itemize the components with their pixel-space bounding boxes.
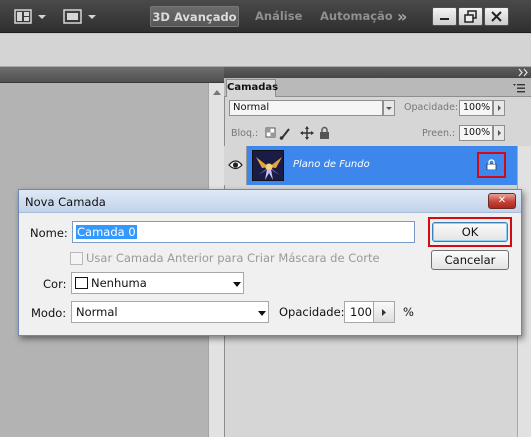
- layer-visibility-toggle[interactable]: [224, 146, 247, 185]
- dialog-opacity-input[interactable]: 100: [344, 301, 374, 323]
- lock-options: [265, 126, 339, 140]
- opacity-unit: %: [403, 305, 414, 319]
- color-swatch: [75, 277, 88, 289]
- restore-button[interactable]: [458, 7, 483, 26]
- fill-input[interactable]: 100%: [459, 125, 493, 141]
- color-select[interactable]: Nenhuma: [71, 272, 244, 294]
- options-bar: [0, 34, 531, 67]
- layer-thumbnail: [252, 150, 284, 181]
- collapse-panel-icon[interactable]: [518, 68, 530, 77]
- chevron-right-icon: [498, 105, 501, 111]
- lock-transparent-pixels-icon[interactable]: [265, 127, 276, 138]
- screen-mode-button[interactable]: [62, 6, 100, 26]
- opacity-slider-button[interactable]: [493, 100, 505, 116]
- minimize-icon: [440, 18, 449, 20]
- document-tab-strip: [0, 67, 224, 83]
- arrange-documents-button[interactable]: [14, 6, 50, 26]
- clipping-mask-label: Usar Camada Anterior para Criar Máscara …: [86, 251, 380, 265]
- opacity-input[interactable]: 100%: [459, 100, 493, 116]
- layer-name-input[interactable]: Camada 0: [72, 221, 415, 243]
- scroll-up-icon: [213, 90, 221, 95]
- workspace-tab-automation[interactable]: Automação: [313, 6, 400, 27]
- lock-all-icon[interactable]: [320, 126, 329, 140]
- opacity-label: Opacidade:: [404, 102, 459, 113]
- tab-layers[interactable]: Camadas: [226, 79, 278, 97]
- close-icon: [491, 11, 502, 22]
- chevron-right-icon: [382, 309, 386, 316]
- dialog-close-button[interactable]: ✕: [488, 193, 516, 209]
- eye-icon: [228, 160, 243, 170]
- workspace-tab-3d-advanced[interactable]: 3D Avançado: [150, 6, 239, 27]
- ok-highlight-box: [428, 217, 512, 247]
- close-icon: ✕: [497, 195, 507, 206]
- layer-name[interactable]: Plano de Fundo: [293, 159, 370, 170]
- dialog-title: Nova Camada: [25, 195, 106, 209]
- panel-menu-icon: [513, 84, 525, 93]
- blend-mode-select[interactable]: Normal: [229, 100, 383, 116]
- name-label: Nome:: [30, 226, 68, 240]
- layer-name-value: Camada 0: [76, 225, 137, 239]
- close-window-button[interactable]: [484, 7, 509, 26]
- minimize-button[interactable]: [432, 7, 457, 26]
- chevron-right-icon: [498, 130, 501, 136]
- clipping-mask-checkbox[interactable]: [70, 252, 83, 265]
- chevron-down-icon: [258, 311, 266, 316]
- restore-icon: [464, 10, 477, 23]
- screen-mode-icon: [63, 9, 96, 24]
- blend-mode-dropdown-button[interactable]: [383, 100, 395, 116]
- dialog-opacity-label: Opacidade:: [279, 305, 345, 319]
- mode-select[interactable]: Normal: [71, 301, 269, 323]
- fill-slider-button[interactable]: [493, 125, 505, 141]
- panel-menu-button[interactable]: [512, 82, 526, 97]
- color-select-value: Nenhuma: [91, 276, 147, 290]
- fill-label: Preen.:: [422, 128, 456, 139]
- dialog-opacity-slider-button[interactable]: [374, 301, 395, 323]
- mode-select-value: Normal: [76, 305, 118, 319]
- color-label: Cor:: [43, 277, 67, 291]
- workspace-overflow-icon[interactable]: »: [397, 6, 407, 27]
- lock-highlight-box: [477, 152, 506, 178]
- lock-position-icon[interactable]: [300, 126, 314, 140]
- lock-image-pixels-icon[interactable]: [279, 128, 290, 140]
- chevron-down-icon: [386, 107, 392, 110]
- panel-header-strip: [224, 67, 531, 78]
- chevron-down-icon: [233, 282, 241, 287]
- workspace-tab-analysis[interactable]: Análise: [248, 6, 309, 27]
- cancel-button[interactable]: Cancelar: [431, 250, 509, 270]
- lock-label: Bloq.:: [231, 128, 259, 139]
- arrange-documents-icon: [14, 9, 46, 24]
- mode-label: Modo:: [31, 306, 67, 320]
